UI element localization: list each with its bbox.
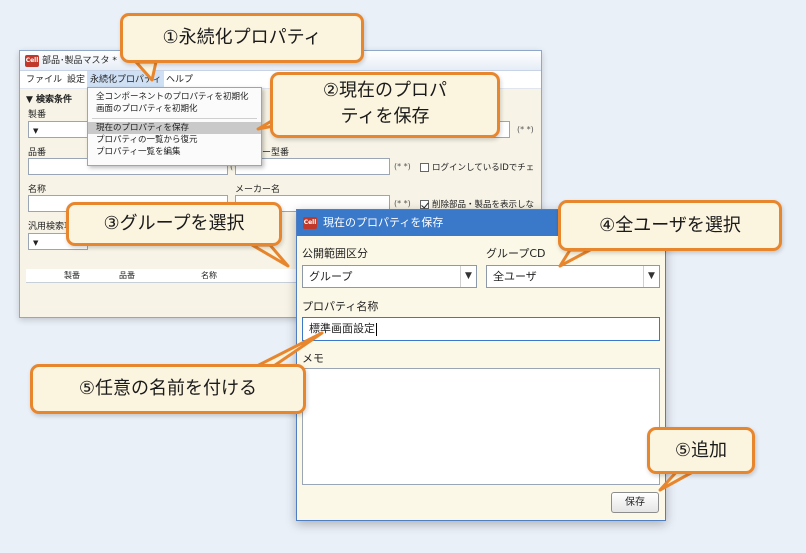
callout-select-all-users: ④全ユーザを選択: [558, 200, 782, 251]
callout-select-group: ③グループを選択: [66, 202, 282, 246]
callout-4-pointer: [558, 248, 592, 268]
callout-persistent-properties: ①永続化プロパティ: [120, 13, 364, 63]
callout-save-current-property: ②現在のプロパ ティを保存: [270, 72, 500, 138]
callout-1-pointer: [134, 60, 158, 82]
callout-save-line-2: ティを保存: [340, 106, 430, 127]
callout-save-line-1: ②現在のプロパ: [322, 80, 448, 101]
callout-add: ⑤追加: [647, 427, 755, 474]
callout-name-property: ⑤任意の名前を付ける: [30, 364, 306, 414]
callout-3-pointer: [250, 243, 290, 268]
